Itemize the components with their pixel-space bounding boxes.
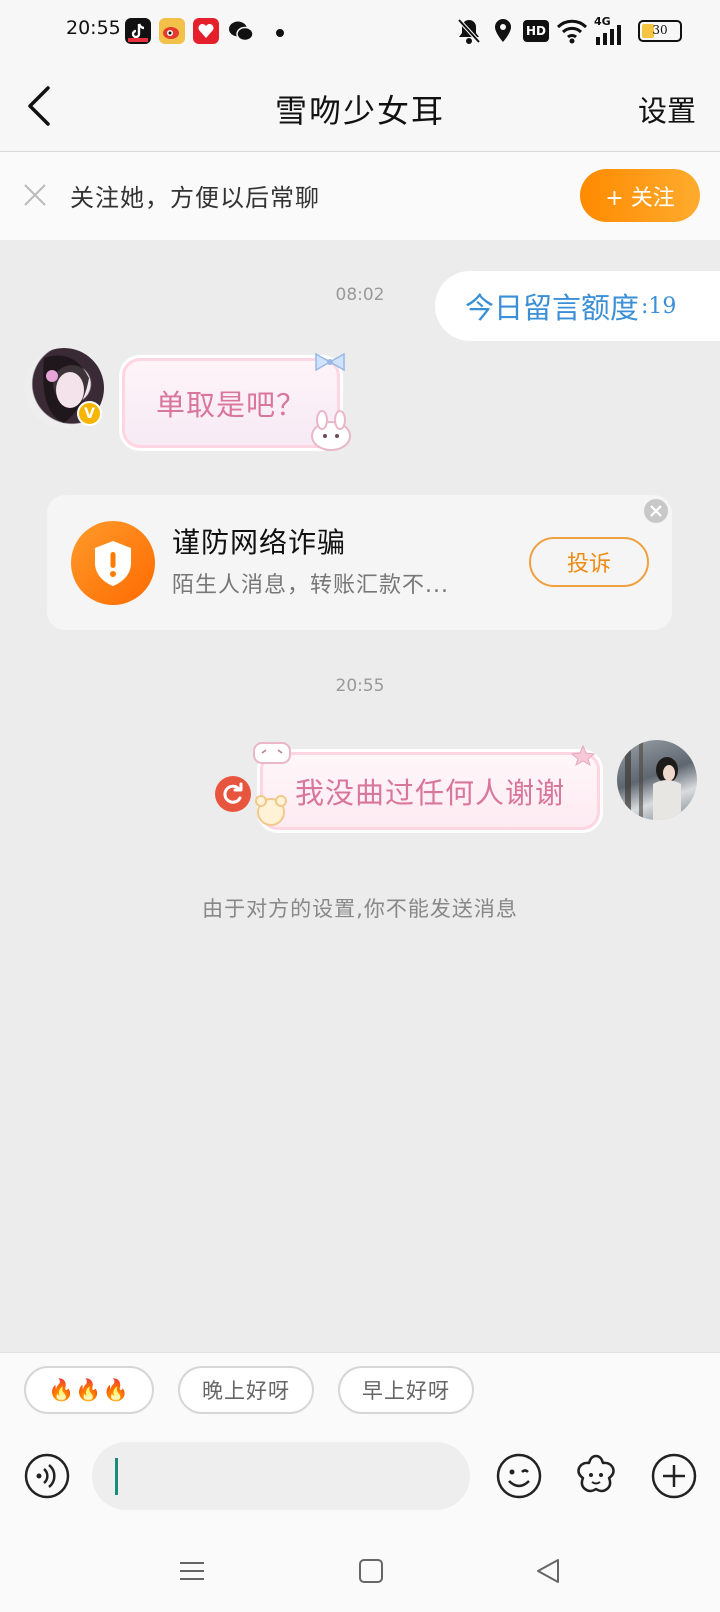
fraud-warning-card: 谨防网络诈骗 陌生人消息，转账汇款不... 投诉: [47, 495, 672, 630]
settings-button[interactable]: 设置: [638, 88, 696, 130]
outgoing-message-text: 我没曲过任何人谢谢: [294, 776, 565, 810]
home-icon[interactable]: [358, 1557, 384, 1585]
sticker-icon[interactable]: [572, 1452, 620, 1500]
location-icon: [495, 19, 511, 42]
weibo-app-icon: [159, 18, 185, 44]
quick-reply-chip[interactable]: 早上好呀: [338, 1366, 474, 1414]
resend-icon[interactable]: [215, 776, 251, 812]
outgoing-message-bubble[interactable]: 我没曲过任何人谢谢: [260, 752, 600, 830]
input-bar: [0, 1432, 720, 1532]
bear-sticker-icon: [255, 795, 287, 826]
send-blocked-notice: 由于对方的设置,你不能发送消息: [202, 897, 518, 921]
quick-reply-bar: 🔥🔥🔥 晚上好呀 早上好呀: [0, 1352, 720, 1432]
shield-warning-icon: [71, 521, 155, 605]
follow-button[interactable]: + 关注: [580, 169, 700, 222]
douyin-app-icon: [125, 18, 151, 44]
wechat-icon: [227, 18, 254, 44]
report-button[interactable]: 投诉: [529, 537, 649, 587]
system-nav-bar: [0, 1532, 720, 1612]
quota-count: :19: [641, 293, 677, 319]
fraud-warning-subtitle: 陌生人消息，转账汇款不...: [172, 573, 449, 598]
message-timestamp: 20:55: [335, 676, 385, 696]
emoji-icon[interactable]: [495, 1452, 543, 1500]
notification-dot: [276, 29, 284, 37]
voice-input-icon[interactable]: [23, 1452, 71, 1500]
app-icon-red: [193, 18, 219, 44]
cat-sticker-icon: [253, 742, 291, 764]
fraud-warning-title: 谨防网络诈骗: [172, 526, 347, 559]
incoming-message-text: 单取是吧？: [155, 388, 306, 422]
chat-header: 雪吻少女耳 设置: [0, 62, 720, 152]
bunny-sticker-icon: [311, 410, 351, 451]
text-caret: [115, 1458, 118, 1495]
quota-label: 今日留言额度: [465, 291, 640, 325]
status-bar: 20:55 HD 4G 30: [0, 0, 720, 62]
bow-sticker-icon: [315, 352, 345, 372]
battery-icon: 30: [638, 20, 682, 42]
close-icon[interactable]: [22, 182, 48, 208]
mute-icon: [457, 18, 481, 44]
add-icon[interactable]: [650, 1452, 698, 1500]
my-avatar[interactable]: [617, 740, 697, 820]
follow-banner: 关注她，方便以后常聊 + 关注: [0, 152, 720, 240]
close-card-icon[interactable]: [644, 499, 668, 523]
hd-icon: HD: [523, 20, 549, 42]
cellular-signal-icon: 4G: [594, 15, 628, 45]
quick-reply-chip[interactable]: 🔥🔥🔥: [24, 1366, 154, 1414]
follow-prompt-text: 关注她，方便以后常聊: [70, 184, 320, 212]
wifi-icon: [556, 19, 588, 44]
star-sticker-icon: [570, 744, 596, 766]
message-input[interactable]: [92, 1442, 470, 1510]
status-time: 20:55: [66, 17, 121, 39]
message-quota-badge: 今日留言额度 :19: [435, 271, 720, 341]
menu-icon[interactable]: [178, 1557, 206, 1585]
verified-badge-icon: V: [77, 401, 102, 426]
quick-reply-chip[interactable]: 晚上好呀: [178, 1366, 314, 1414]
page-title: 雪吻少女耳: [274, 92, 445, 130]
back-nav-icon[interactable]: [534, 1557, 562, 1585]
